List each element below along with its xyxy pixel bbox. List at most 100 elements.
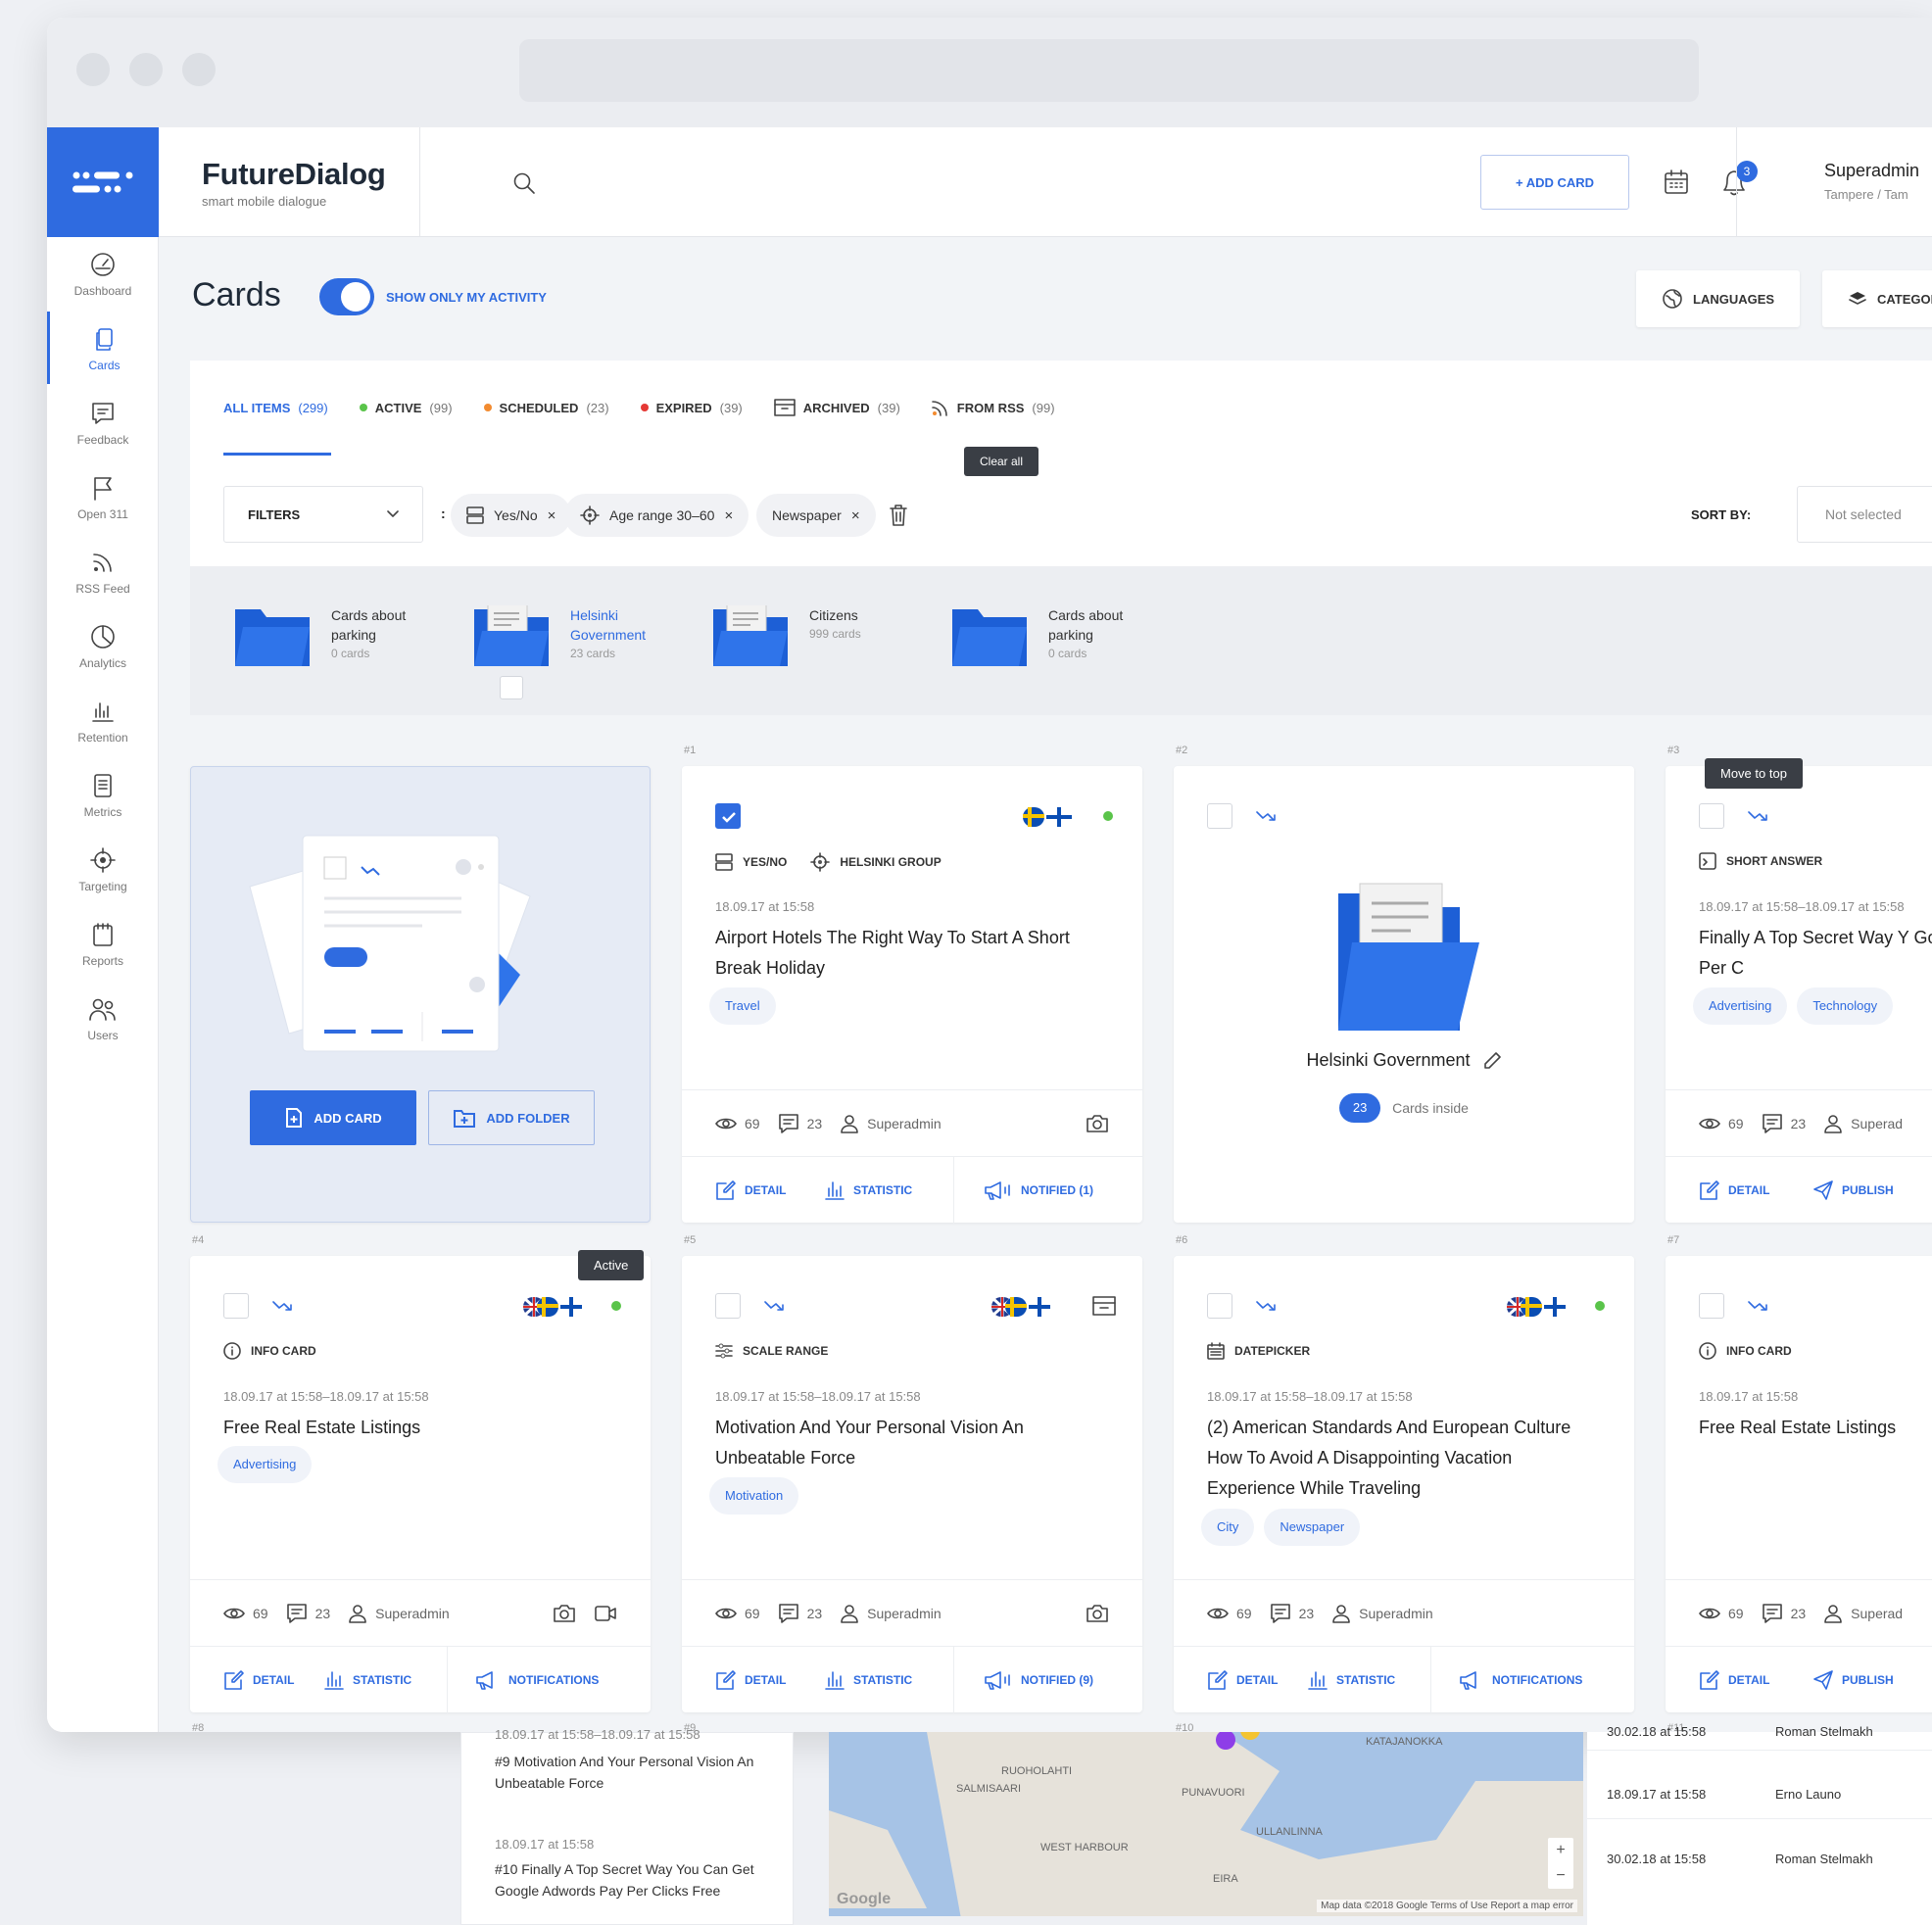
folder-card[interactable]: Helsinki Government 23 Cards inside <box>1174 766 1634 1223</box>
detail-button[interactable]: DETAIL <box>1666 1669 1812 1691</box>
trend-icon[interactable] <box>1256 1299 1280 1313</box>
tab-scheduled[interactable]: SCHEDULED (23) <box>483 396 609 419</box>
card-checkbox[interactable] <box>715 1293 741 1319</box>
sidebar-item-dashboard[interactable]: Dashboard <box>47 237 159 310</box>
sidebar-item-reports[interactable]: Reports <box>47 907 159 980</box>
notified-button[interactable]: NOTIFIED (9) <box>954 1670 1093 1690</box>
card[interactable]: Move to top SHORT ANSWER 18.09.17 at 15:… <box>1666 758 1932 1223</box>
card[interactable]: Active INFO CARD 18.09.17 at 15:58–18.09… <box>190 1250 651 1713</box>
card-number: #2 <box>1176 745 1188 756</box>
sidebar-item-users[interactable]: Users <box>47 982 159 1054</box>
notifications-button[interactable]: NOTIFICATIONS <box>1431 1670 1582 1690</box>
detail-button[interactable]: DETAIL <box>1666 1179 1812 1201</box>
detail-button[interactable]: DETAIL <box>190 1669 298 1691</box>
statistic-button[interactable]: STATISTIC <box>804 1180 953 1200</box>
sidebar-item-analytics[interactable]: Analytics <box>47 609 159 682</box>
tab-expired[interactable]: EXPIRED (39) <box>640 396 743 419</box>
statistic-button[interactable]: STATISTIC <box>298 1670 447 1690</box>
filter-chip-yes-no[interactable]: Yes/No × <box>451 494 572 537</box>
statistic-button[interactable]: STATISTIC <box>804 1670 953 1690</box>
my-activity-toggle[interactable] <box>319 278 374 315</box>
send-icon <box>1813 1669 1833 1690</box>
card-checkbox[interactable] <box>1207 803 1232 829</box>
folder-item[interactable]: Cards about parking 0 cards <box>950 605 1123 670</box>
tag[interactable]: Advertising <box>217 1446 313 1483</box>
trend-icon[interactable] <box>1748 809 1771 823</box>
sidebar-item-open-311[interactable]: Open 311 <box>47 460 159 533</box>
window-minimize-dot[interactable] <box>129 53 163 86</box>
card[interactable]: YES/NO HELSINKI GROUP 18.09.17 at 15:58 … <box>682 766 1142 1224</box>
tab-active[interactable]: ACTIVE (99) <box>359 396 453 419</box>
close-icon[interactable]: × <box>548 507 556 524</box>
tab-archived[interactable]: ARCHIVED (39) <box>773 396 900 419</box>
detail-button[interactable]: DETAIL <box>682 1669 804 1691</box>
folder-item[interactable]: Citizens 999 cards <box>711 605 861 670</box>
add-card-button[interactable]: + ADD CARD <box>1480 155 1629 210</box>
statistic-button[interactable]: STATISTIC <box>1281 1670 1430 1690</box>
tab-count: (39) <box>719 400 743 415</box>
calendar-icon[interactable] <box>1663 168 1690 196</box>
trend-icon[interactable] <box>764 1299 788 1313</box>
tag[interactable]: Travel <box>709 987 776 1025</box>
languages-button[interactable]: LANGUAGES <box>1636 270 1801 327</box>
sort-by-select[interactable]: Not selected <box>1797 486 1932 543</box>
add-folder-button[interactable]: ADD FOLDER <box>428 1090 595 1145</box>
card[interactable]: INFO CARD 18.09.17 at 15:58 Free Real Es… <box>1666 1256 1932 1712</box>
tag[interactable]: Advertising <box>1693 987 1788 1025</box>
filter-chip-age-range[interactable]: Age range 30–60 × <box>564 494 749 537</box>
card[interactable]: DATEPICKER 18.09.17 at 15:58–18.09.17 at… <box>1174 1256 1634 1713</box>
card-checkbox[interactable] <box>1699 803 1724 829</box>
tab-from-rss[interactable]: FROM RSS (99) <box>931 396 1055 419</box>
sidebar-item-targeting[interactable]: Targeting <box>47 833 159 905</box>
app-logo[interactable] <box>47 127 159 237</box>
card[interactable]: SCALE RANGE 18.09.17 at 15:58–18.09.17 a… <box>682 1256 1142 1713</box>
address-bar[interactable] <box>519 39 1699 102</box>
sidebar-item-cards[interactable]: Cards <box>47 312 159 384</box>
tag[interactable]: Newspaper <box>1264 1509 1361 1546</box>
tag[interactable]: Technology <box>1797 987 1894 1025</box>
map-zoom-controls[interactable]: + − <box>1548 1838 1573 1889</box>
tag[interactable]: Motivation <box>709 1477 799 1515</box>
tag[interactable]: City <box>1201 1509 1255 1546</box>
notified-button[interactable]: NOTIFIED (1) <box>954 1180 1093 1200</box>
map-label: PUNAVUORI <box>1182 1787 1245 1799</box>
pencil-icon[interactable] <box>1482 1051 1502 1071</box>
detail-button[interactable]: DETAIL <box>682 1179 804 1201</box>
notifications-button[interactable]: NOTIFICATIONS <box>448 1670 599 1690</box>
publish-button[interactable]: PUBLISH <box>1812 1669 1894 1691</box>
sidebar-item-metrics[interactable]: Metrics <box>47 758 159 831</box>
sidebar-item-retention[interactable]: Retention <box>47 684 159 756</box>
trend-icon[interactable] <box>1256 809 1280 823</box>
card-checkbox[interactable] <box>1699 1293 1724 1319</box>
my-activity-toggle-label[interactable]: SHOW ONLY MY ACTIVITY <box>386 290 547 305</box>
window-zoom-dot[interactable] <box>182 53 216 86</box>
filter-chip-newspaper[interactable]: Newspaper × <box>756 494 876 537</box>
sidebar-item-rss-feed[interactable]: RSS Feed <box>47 535 159 607</box>
main-content: Cards SHOW ONLY MY ACTIVITY LANGUAGES CA… <box>159 237 1932 1732</box>
user-menu[interactable]: Superadmin Tampere / Tam <box>1824 161 1919 202</box>
categories-button[interactable]: CATEGORIES <box>1822 270 1932 327</box>
window-close-dot[interactable] <box>76 53 110 86</box>
publish-button[interactable]: PUBLISH <box>1812 1179 1894 1201</box>
search-icon[interactable] <box>511 170 537 196</box>
card-checkbox[interactable] <box>223 1293 249 1319</box>
folder-item[interactable]: Helsinki Government 23 cards <box>472 605 646 670</box>
trash-icon[interactable] <box>889 504 908 527</box>
card-type: DATEPICKER <box>1207 1342 1310 1360</box>
card-type-label: INFO CARD <box>251 1344 316 1358</box>
map[interactable]: KATAJANOKKA RUOHOLAHTI SALMISAARI PUNAVU… <box>829 1732 1583 1916</box>
trend-icon[interactable] <box>272 1299 296 1313</box>
card-checkbox[interactable] <box>715 803 741 829</box>
card-checkbox[interactable] <box>1207 1293 1232 1319</box>
target-icon <box>90 847 116 873</box>
tab-all-items[interactable]: ALL ITEMS (299) <box>223 396 328 419</box>
detail-button[interactable]: DETAIL <box>1174 1669 1281 1691</box>
close-icon[interactable]: × <box>724 507 733 524</box>
filters-dropdown[interactable]: FILTERS <box>223 486 423 543</box>
folder-item[interactable]: Cards about parking 0 cards <box>233 605 406 670</box>
close-icon[interactable]: × <box>851 507 860 524</box>
trend-icon[interactable] <box>1748 1299 1771 1313</box>
folder-checkbox[interactable] <box>500 676 523 699</box>
add-card-button[interactable]: ADD CARD <box>250 1090 416 1145</box>
sidebar-item-feedback[interactable]: Feedback <box>47 386 159 458</box>
